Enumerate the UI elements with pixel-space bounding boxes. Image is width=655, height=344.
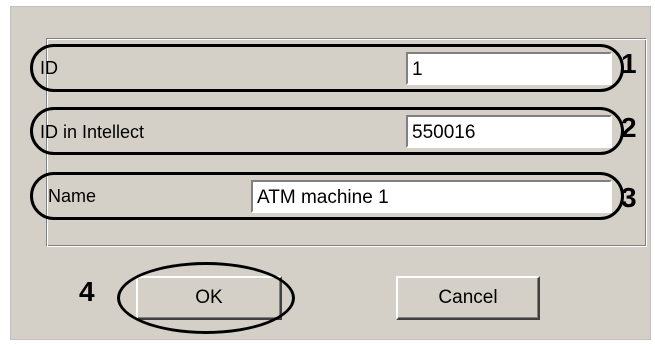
callout-3: 3 xyxy=(621,182,637,213)
id-field[interactable] xyxy=(406,52,612,85)
callout-2: 2 xyxy=(621,112,637,143)
ok-button[interactable]: OK xyxy=(136,276,282,320)
name-field[interactable] xyxy=(251,180,612,213)
name-label: Name xyxy=(48,186,97,206)
id-in-intellect-label: ID in Intellect xyxy=(40,122,145,142)
callout-4: 4 xyxy=(79,276,95,307)
cancel-button[interactable]: Cancel xyxy=(396,276,540,320)
callout-1: 1 xyxy=(621,48,637,79)
id-in-intellect-field[interactable] xyxy=(406,115,612,148)
id-label: ID xyxy=(40,58,58,78)
